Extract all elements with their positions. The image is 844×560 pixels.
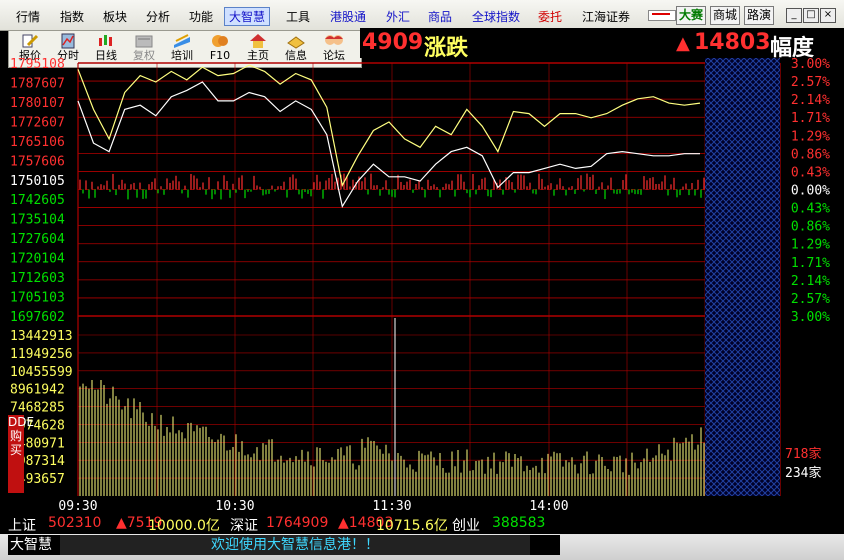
percent-label: 1.29%	[791, 238, 830, 253]
close-icon[interactable]: ×	[820, 8, 836, 23]
status-bar: 上证 502310 ▲7519 10000.0亿 深证 1764909 ▲148…	[8, 514, 844, 534]
chart-header: 4909 涨跌 ▲ 14803 幅度	[360, 28, 844, 61]
price-label: 1750105	[10, 174, 65, 189]
price-label: 1787607	[10, 76, 65, 91]
percent-label: 2.14%	[791, 93, 830, 108]
percent-label: 1.71%	[791, 256, 830, 271]
menu-broker[interactable]: 江海证券	[582, 8, 630, 25]
time-label: 11:30	[372, 499, 411, 514]
time-label: 09:30	[58, 499, 97, 514]
cy-value: 388583	[492, 515, 546, 531]
welcome-ticker: 欢迎使用大智慧信息港！！	[60, 535, 530, 555]
quote-icon	[22, 34, 39, 48]
percent-label: 3.00%	[791, 310, 830, 325]
decline-count: 234家	[785, 465, 821, 481]
cy-label: 创业	[452, 518, 480, 534]
menu-order[interactable]: 委托	[538, 8, 562, 25]
price-label: 1697602	[10, 310, 65, 325]
percent-label: 0.86%	[791, 220, 830, 235]
volume-label: 8961942	[10, 383, 65, 398]
price-label: 1795108	[10, 58, 65, 72]
roadshow-button[interactable]: 路演	[744, 6, 775, 25]
chart-grid	[77, 62, 781, 496]
percent-label: 1.29%	[791, 129, 830, 144]
amplitude-value: 14803	[694, 30, 771, 55]
price-label: 1712603	[10, 271, 65, 286]
price-lines	[77, 64, 701, 208]
home-icon	[250, 34, 266, 48]
sh-amount: 10000.0亿	[148, 518, 220, 534]
menu-analysis[interactable]: 分析	[146, 8, 170, 25]
time-label: 14:00	[529, 499, 568, 514]
brand-label: 大智慧	[8, 535, 62, 555]
menu-forex[interactable]: 外汇	[386, 8, 410, 25]
menu-hk-connect[interactable]: 港股通	[330, 8, 366, 25]
advance-count: 718家	[785, 446, 821, 462]
percent-label: 3.00%	[791, 58, 830, 72]
bottom-bar: 大智慧 欢迎使用大智慧信息港！！	[0, 534, 844, 560]
change-value: 4909	[362, 30, 424, 55]
price-label: 1765106	[10, 135, 65, 150]
maximize-icon[interactable]: □	[803, 8, 819, 23]
percent-label: 1.71%	[791, 111, 830, 126]
menu-dzh[interactable]: 大智慧	[224, 7, 271, 26]
menu-bar: 行情 指数 板块 分析 功能 大智慧 工具 港股通 外汇 商品 全球指数 委托 …	[0, 0, 844, 31]
menu-global-index[interactable]: 全球指数	[472, 8, 520, 25]
volume-label: 7468285	[10, 401, 65, 416]
flag-icon	[648, 10, 676, 21]
info-icon	[287, 36, 305, 49]
training-icon	[174, 34, 190, 48]
percent-label: 0.43%	[791, 202, 830, 217]
dde-buy-badge[interactable]: DDE购买	[8, 415, 34, 493]
future-hatch-area	[705, 58, 780, 496]
minimize-icon[interactable]: _	[786, 8, 802, 23]
timeshare-icon	[61, 33, 75, 49]
sz-amount: 10715.6亿	[376, 518, 448, 534]
mall-button[interactable]: 商城	[710, 6, 741, 25]
candlestick-icon	[99, 35, 112, 46]
percent-label: 0.00%	[791, 184, 830, 199]
sh-value: 502310	[48, 515, 102, 531]
price-label: 1727604	[10, 232, 65, 247]
volume-label: 13442913	[10, 329, 73, 344]
sh-label: 上证	[8, 518, 36, 534]
menu-tools[interactable]: 工具	[286, 8, 310, 25]
price-label: 1742605	[10, 193, 65, 208]
percent-label: 2.57%	[791, 292, 830, 307]
f10-icon	[212, 35, 228, 47]
price-label: 1720104	[10, 252, 65, 267]
percent-label: 0.86%	[791, 147, 830, 162]
price-label: 1780107	[10, 96, 65, 111]
adjust-icon	[135, 35, 153, 48]
percent-label: 2.57%	[791, 75, 830, 90]
average-line	[77, 64, 701, 188]
intraday-chart[interactable]: 3.00% 2.57% 2.14% 1.71% 1.29% 0.86% 0.43% 0.00%…	[0, 58, 844, 514]
contest-button[interactable]: 大赛	[676, 6, 707, 25]
volume-label: 11949256	[10, 347, 73, 362]
price-line	[77, 81, 700, 208]
menu-commodity[interactable]: 商品	[428, 8, 452, 25]
percent-label: 2.14%	[791, 274, 830, 289]
volume-label: 10455599	[10, 365, 73, 380]
time-label: 10:30	[215, 499, 254, 514]
menu-index[interactable]: 指数	[60, 8, 84, 25]
forum-icon	[325, 35, 343, 45]
percent-label: 0.43%	[791, 165, 830, 180]
menu-function[interactable]: 功能	[189, 8, 213, 25]
ticker-end	[530, 535, 560, 555]
up-arrow-icon: ▲	[676, 33, 690, 54]
price-label: 1772607	[10, 115, 65, 130]
price-label: 1757606	[10, 154, 65, 169]
menu-sector[interactable]: 板块	[103, 8, 127, 25]
price-label: 1735104	[10, 213, 65, 228]
sz-value: 1764909	[266, 515, 329, 531]
sz-label: 深证	[230, 518, 258, 534]
menu-quotes[interactable]: 行情	[16, 8, 40, 25]
price-label: 1705103	[10, 291, 65, 306]
